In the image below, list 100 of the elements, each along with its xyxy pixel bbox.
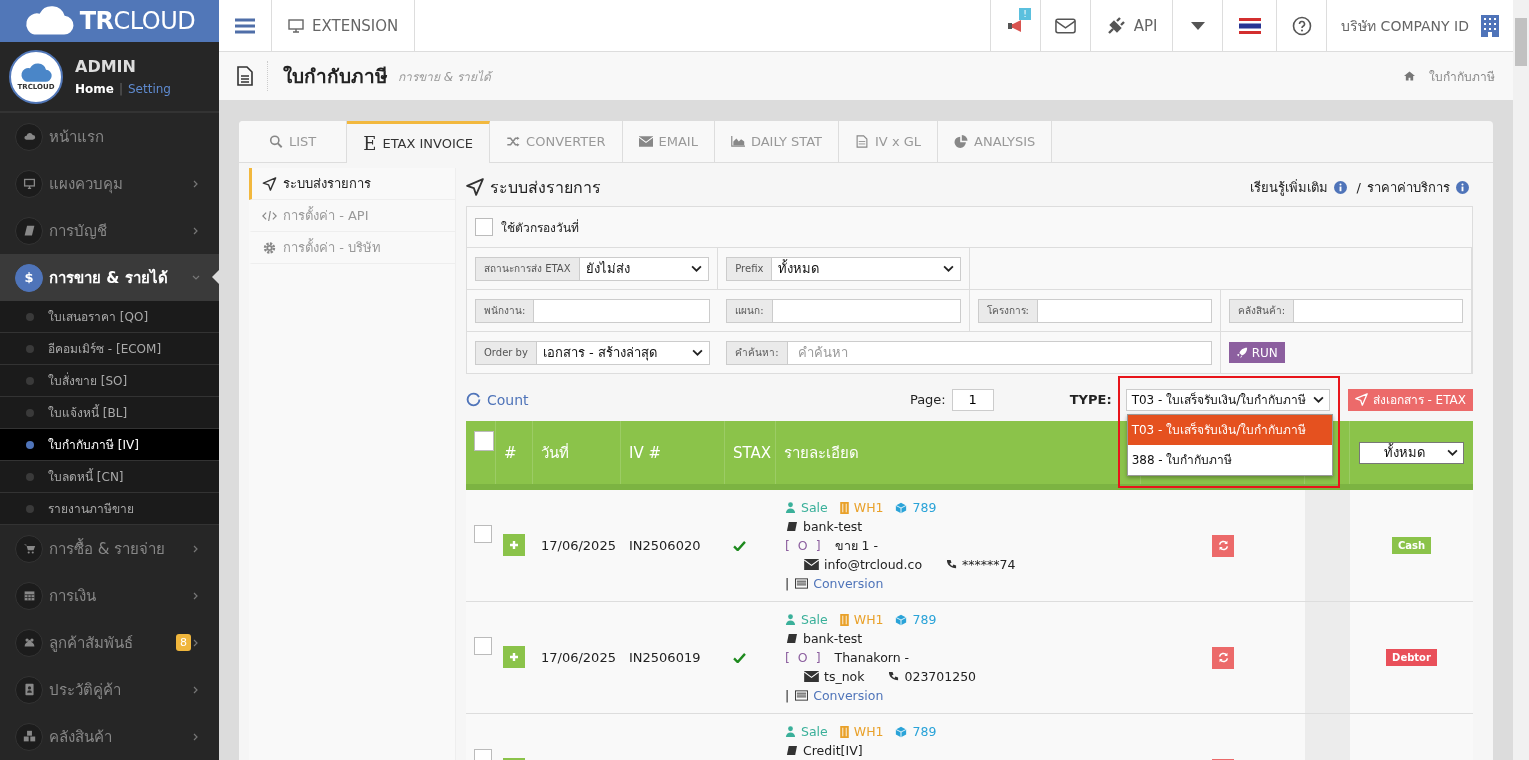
book-icon xyxy=(785,745,798,756)
invoice-number-cell: IN2506019 xyxy=(629,650,701,665)
page-label: Page: xyxy=(909,392,946,407)
checkbox[interactable] xyxy=(475,218,493,236)
dropdown-option[interactable]: T03 - ใบเสร็จรับเงิน/ใบกำกับภาษี xyxy=(1127,414,1332,445)
breadcrumb[interactable]: ใบกำกับภาษี xyxy=(1429,66,1495,86)
tab[interactable]: EMAIL xyxy=(622,121,715,163)
help-icon xyxy=(1291,15,1312,36)
pricing-link[interactable]: ราคาค่าบริการ xyxy=(1367,176,1450,198)
expand-button[interactable] xyxy=(503,534,525,556)
type-select[interactable]: T03 - ใบเสร็จรับเงิน/ใบกำกับภาษี xyxy=(1125,388,1330,411)
code-icon xyxy=(262,208,277,223)
tab[interactable]: CONVERTER xyxy=(490,121,623,163)
sidebar-item[interactable]: การซื้อ & รายจ่าย xyxy=(0,525,219,572)
brand-logo-text: TRCLOUD xyxy=(79,7,196,36)
sidebar-item[interactable]: หน้าแรก xyxy=(0,113,219,160)
sidebar-item[interactable]: คลังสินค้า xyxy=(0,713,219,760)
sidebar-item[interactable]: ลูกค้าสัมพันธ์ 8 xyxy=(0,619,219,666)
cube-icon xyxy=(895,501,908,514)
search-field[interactable]: คำค้นหา xyxy=(787,340,1212,365)
sidebar-subitem[interactable]: ใบเสนอราคา [QO] xyxy=(0,301,219,333)
phone-icon xyxy=(946,559,958,570)
tab[interactable]: ANALYSIS xyxy=(938,121,1053,163)
field-label: คลังสินค้า: xyxy=(1228,298,1295,323)
info-icon[interactable] xyxy=(1333,180,1347,194)
page-subtitle: การขาย & รายได้ xyxy=(398,68,491,86)
sidebar-item[interactable]: ประวัติคู่ค้า xyxy=(0,666,219,713)
menu-icon xyxy=(235,17,255,34)
sidebar-item[interactable]: แผงควบคุม xyxy=(0,160,219,207)
project-text: 789 xyxy=(912,724,937,739)
shuffle-icon xyxy=(506,135,521,148)
link-separator: / xyxy=(1356,179,1361,195)
sidebar-item[interactable]: การเงิน xyxy=(0,572,219,619)
bullet-dot xyxy=(26,344,34,353)
notification-badge: ! xyxy=(1019,8,1031,20)
user-link[interactable]: Setting xyxy=(128,82,171,97)
subnav-item[interactable]: ระบบส่งรายการ xyxy=(249,168,455,200)
sidebar-subitem[interactable]: รายงานภาษีขาย xyxy=(0,493,219,525)
tab[interactable]: DAILY STAT xyxy=(714,121,840,163)
count-link[interactable]: Count xyxy=(466,391,529,408)
expand-button[interactable] xyxy=(503,646,525,668)
sidebar-item[interactable]: การบัญชี xyxy=(0,207,219,254)
checkbox[interactable] xyxy=(474,431,494,451)
sidebar-item[interactable]: $ การขาย & รายได้ xyxy=(0,254,219,301)
field-label: คำค้นหา: xyxy=(726,340,788,365)
learn-more-link[interactable]: เรียนรู้เพิ่มเติม xyxy=(1249,176,1328,198)
employee-field[interactable] xyxy=(534,298,711,323)
sidebar-subitem[interactable]: อีคอมเมิร์ซ - [ECOM] xyxy=(0,333,219,365)
column-header: วันที่ xyxy=(533,421,621,484)
run-button[interactable]: RUN xyxy=(1228,342,1285,363)
account-text: bank-test xyxy=(803,519,863,534)
department-field[interactable] xyxy=(772,298,961,323)
column-header: STAX xyxy=(725,421,776,484)
list-icon xyxy=(795,690,809,701)
conversion-link[interactable]: Conversion xyxy=(795,688,884,703)
prefix-select[interactable]: ทั้งหมด xyxy=(772,256,961,281)
status-filter-select[interactable]: ทั้งหมด xyxy=(1359,441,1464,464)
users-icon xyxy=(22,636,36,649)
contact-card-icon xyxy=(22,683,36,696)
tab[interactable]: LIST xyxy=(239,121,348,163)
tab[interactable]: IV x GL xyxy=(839,121,939,163)
tab[interactable]: E ETAX INVOICE xyxy=(347,121,491,163)
conversion-link[interactable]: Conversion xyxy=(795,576,884,591)
send-etax-button[interactable]: ส่งเอกสาร - ETAX xyxy=(1347,388,1473,411)
status-select[interactable]: ยังไม่ส่ง xyxy=(579,256,710,281)
bullet-dot xyxy=(26,408,34,417)
subnav-item[interactable]: การตั้งค่า - API xyxy=(249,200,455,232)
user-link[interactable]: Home xyxy=(75,82,114,97)
dropdown-option[interactable]: 388 - ใบกำกับภาษี xyxy=(1127,444,1332,475)
info-icon[interactable] xyxy=(1456,180,1469,194)
checkbox[interactable] xyxy=(474,525,492,543)
warehouse-field[interactable] xyxy=(1294,298,1463,323)
order-select[interactable]: เอกสาร - สร้างล่าสุด xyxy=(536,340,711,365)
boxes-icon xyxy=(22,730,36,743)
cloud-icon xyxy=(23,5,74,38)
checkbox[interactable] xyxy=(474,637,492,655)
sidebar-subitem[interactable]: ใบลดหนี้ [CN] xyxy=(0,461,219,493)
project-field[interactable] xyxy=(1037,298,1212,323)
active-pointer xyxy=(212,270,219,284)
plus-icon xyxy=(509,540,519,550)
sidebar-subitem[interactable]: ใบกำกับภาษี [IV] xyxy=(0,429,219,461)
link-separator: | xyxy=(118,82,123,97)
code-text: [ O ] xyxy=(785,650,823,665)
page-field[interactable]: 1 xyxy=(951,388,994,411)
scrollbar[interactable] xyxy=(1513,0,1529,760)
list-icon xyxy=(795,578,809,589)
subnav-item[interactable]: การตั้งค่า - บริษัท xyxy=(249,232,455,264)
refresh-button[interactable] xyxy=(1212,646,1234,669)
home-icon[interactable] xyxy=(1404,71,1415,81)
sidebar-subitem[interactable]: ใบสั่งขาย [SO] xyxy=(0,365,219,397)
refresh-button[interactable] xyxy=(1212,534,1234,557)
payment-badge: Cash xyxy=(1391,537,1432,554)
field-label: Order by xyxy=(475,340,537,365)
email-text: info@trcloud.co xyxy=(824,557,923,572)
extension-button[interactable]: EXTENSION xyxy=(271,0,416,51)
monitor-icon xyxy=(22,177,36,190)
field-label: โครงการ: xyxy=(977,298,1038,323)
person-icon xyxy=(785,726,796,737)
building-icon xyxy=(839,501,849,514)
book-icon xyxy=(785,521,798,532)
